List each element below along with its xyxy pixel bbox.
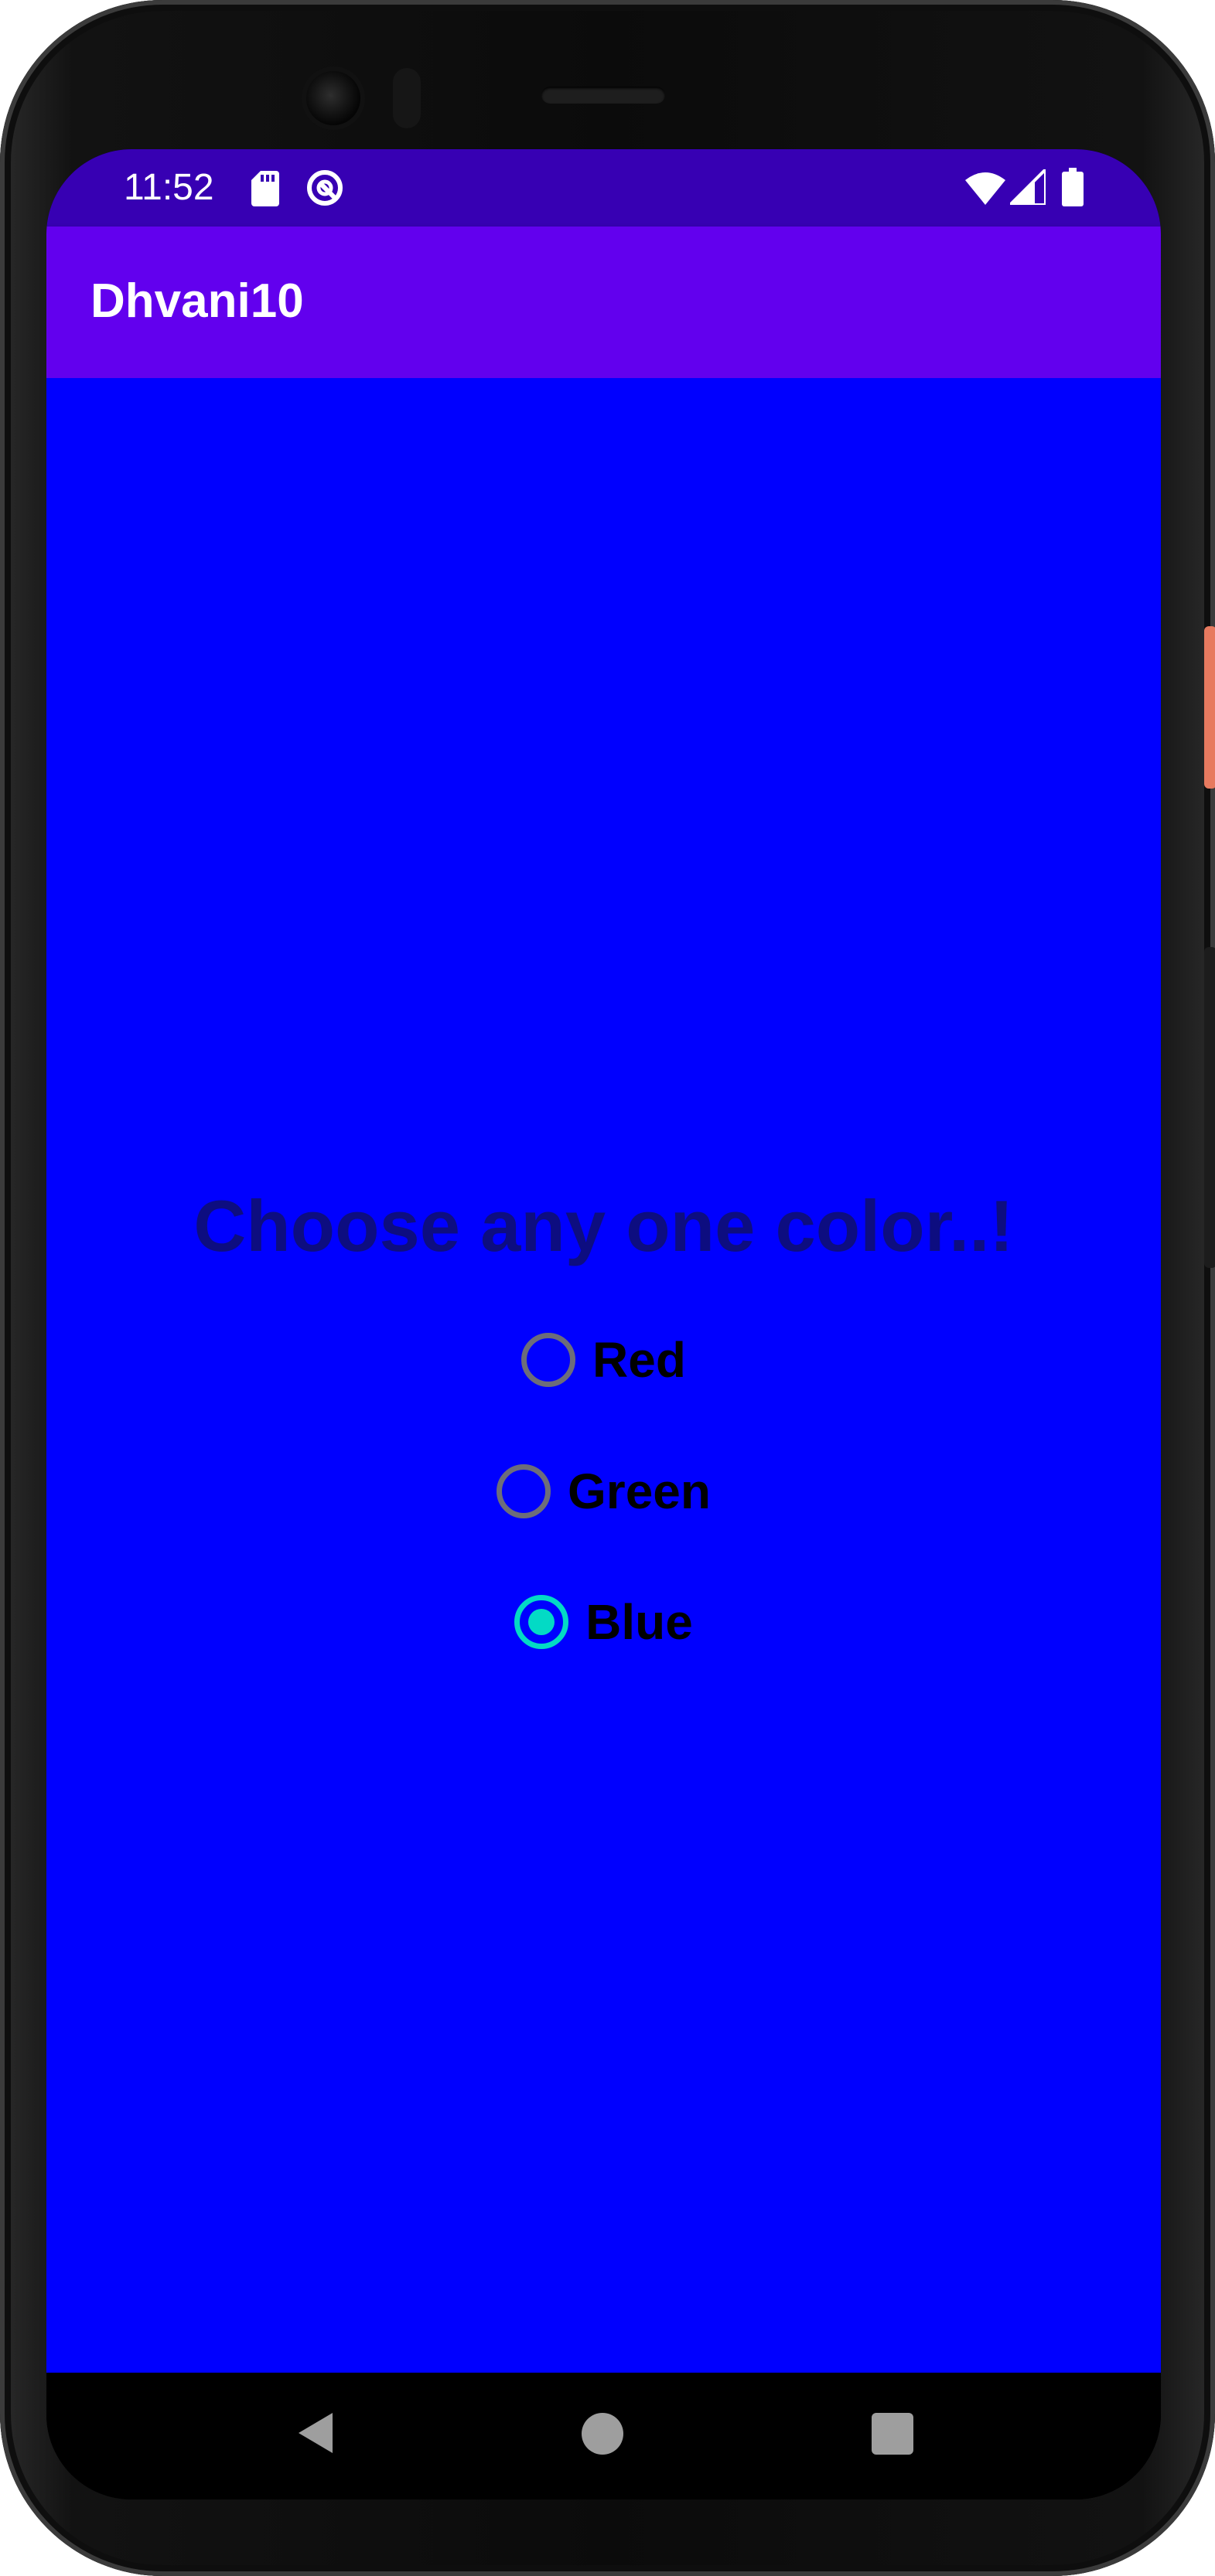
sync-icon [307,170,343,206]
home-icon[interactable] [582,2413,623,2455]
wifi-icon [965,172,1005,205]
app-bar: Dhvani10 [46,227,1161,378]
radio-button-red[interactable] [521,1333,576,1387]
status-bar: 11:52 [46,149,1161,227]
cell-signal-icon [1010,169,1046,205]
sd-card-icon [251,171,279,206]
battery-icon [1062,168,1084,206]
radio-label-blue: Blue [585,1594,693,1650]
recents-icon[interactable] [872,2413,913,2455]
proximity-sensor [393,68,421,128]
screen: 11:52 Dhvani10 Choose any one color..! R… [46,149,1161,2499]
radio-option-red[interactable]: Red [46,1321,1161,1399]
radio-button-blue[interactable] [514,1595,569,1649]
earpiece-speaker [541,87,665,104]
phone-frame: 11:52 Dhvani10 Choose any one color..! R… [0,0,1215,2576]
volume-button[interactable] [1204,947,1215,1268]
app-title: Dhvani10 [90,274,304,328]
radio-label-red: Red [592,1332,686,1388]
front-camera [306,71,360,125]
radio-option-green[interactable]: Green [46,1453,1161,1530]
radio-label-green: Green [568,1463,711,1519]
page-heading: Choose any one color..! [193,1185,1014,1266]
power-button[interactable] [1204,626,1215,789]
back-icon[interactable] [292,2410,339,2456]
radio-option-blue[interactable]: Blue [46,1583,1161,1661]
radio-button-green[interactable] [497,1464,551,1518]
status-time: 11:52 [124,167,214,208]
navigation-bar [46,2373,1161,2499]
main-content: Choose any one color..! Red Green Blue [46,378,1161,2373]
